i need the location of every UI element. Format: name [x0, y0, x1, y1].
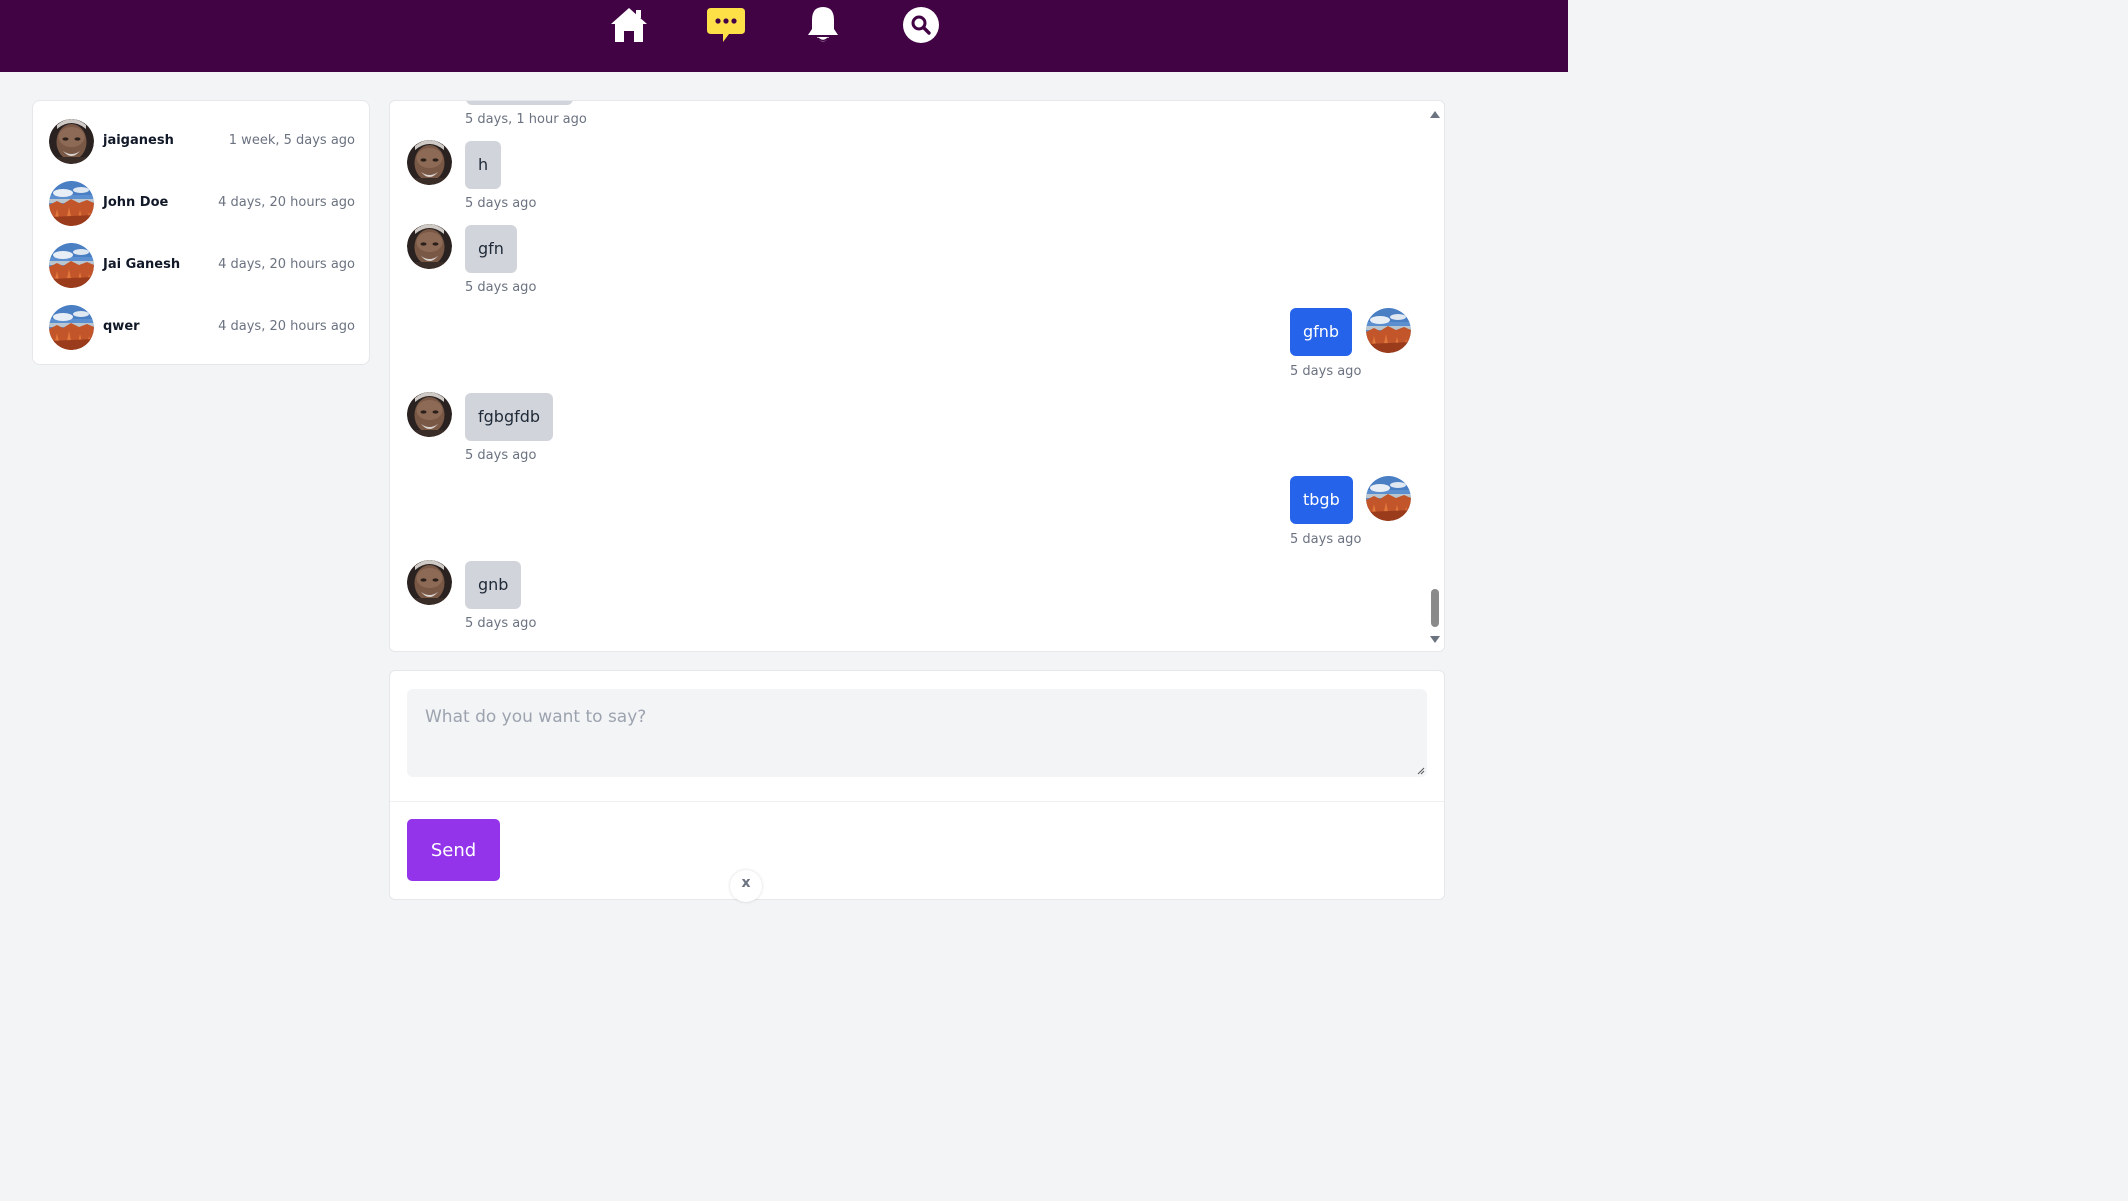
- nav-notifications-button[interactable]: [795, 0, 851, 50]
- close-icon: x: [741, 875, 751, 891]
- message-thread[interactable]: 5 days, 1 hour ago h 5 days ago gfn 5 da…: [389, 100, 1445, 652]
- send-button[interactable]: Send: [407, 819, 500, 881]
- conversation-item[interactable]: John Doe 4 days, 20 hours ago: [49, 181, 355, 233]
- nav-search-button[interactable]: [893, 0, 949, 50]
- message-bubble-incoming: fgbgfdb: [465, 393, 554, 441]
- message-time: 5 days, 1 hour ago: [465, 112, 587, 127]
- avatar: [407, 140, 452, 185]
- message-bubble-incoming: gfn: [465, 225, 517, 273]
- search-icon: [903, 7, 939, 43]
- message-bubble-incoming: gnb: [465, 561, 522, 609]
- scroll-up-arrow-icon[interactable]: [1430, 111, 1440, 118]
- avatar: [1366, 476, 1411, 521]
- message-bubble-incoming: h: [465, 141, 502, 189]
- conversation-name: Jai Ganesh: [103, 257, 181, 272]
- top-navigation-bar: [0, 0, 1568, 72]
- conversation-name: qwer: [103, 319, 140, 334]
- conversation-name: John Doe: [103, 195, 169, 210]
- close-button[interactable]: x: [730, 870, 762, 902]
- avatar: [1366, 308, 1411, 353]
- message-time: 5 days ago: [465, 280, 537, 295]
- message-time: 5 days ago: [465, 196, 537, 211]
- message-time: 5 days ago: [1290, 532, 1362, 547]
- avatar: [49, 181, 94, 226]
- compose-area: Send: [389, 670, 1445, 900]
- conversation-time: 4 days, 20 hours ago: [218, 195, 355, 210]
- avatar: [407, 560, 452, 605]
- avatar: [407, 392, 452, 437]
- conversation-list: jaiganesh 1 week, 5 days ago John Doe 4 …: [32, 100, 370, 365]
- resize-handle-icon[interactable]: [1417, 767, 1425, 775]
- conversation-name: jaiganesh: [103, 133, 174, 148]
- avatar: [49, 119, 94, 164]
- nav-messages-button[interactable]: [698, 0, 754, 50]
- nav-home-button[interactable]: [601, 0, 657, 50]
- avatar: [407, 224, 452, 269]
- conversation-item[interactable]: qwer 4 days, 20 hours ago: [49, 305, 355, 357]
- conversation-time: 4 days, 20 hours ago: [218, 257, 355, 272]
- scroll-down-arrow-icon[interactable]: [1430, 636, 1440, 643]
- message-bubble-outgoing: gfnb: [1290, 308, 1353, 356]
- conversation-item[interactable]: jaiganesh 1 week, 5 days ago: [49, 119, 355, 171]
- message-bubble-outgoing: tbgb: [1290, 476, 1353, 524]
- message-time: 5 days ago: [465, 616, 537, 631]
- message-bubble-incoming: [466, 101, 573, 105]
- avatar: [49, 243, 94, 288]
- conversation-time: 4 days, 20 hours ago: [218, 319, 355, 334]
- message-input[interactable]: [407, 689, 1427, 777]
- message-scrollbar[interactable]: [1428, 105, 1442, 649]
- message-time: 5 days ago: [465, 448, 537, 463]
- message-time: 5 days ago: [1290, 364, 1362, 379]
- conversation-item[interactable]: Jai Ganesh 4 days, 20 hours ago: [49, 243, 355, 295]
- avatar: [49, 305, 94, 350]
- conversation-time: 1 week, 5 days ago: [228, 133, 355, 148]
- bell-icon: [808, 7, 838, 42]
- chat-icon: [707, 8, 745, 42]
- compose-divider: [390, 801, 1444, 802]
- home-icon: [611, 8, 647, 42]
- scroll-thumb[interactable]: [1431, 589, 1439, 627]
